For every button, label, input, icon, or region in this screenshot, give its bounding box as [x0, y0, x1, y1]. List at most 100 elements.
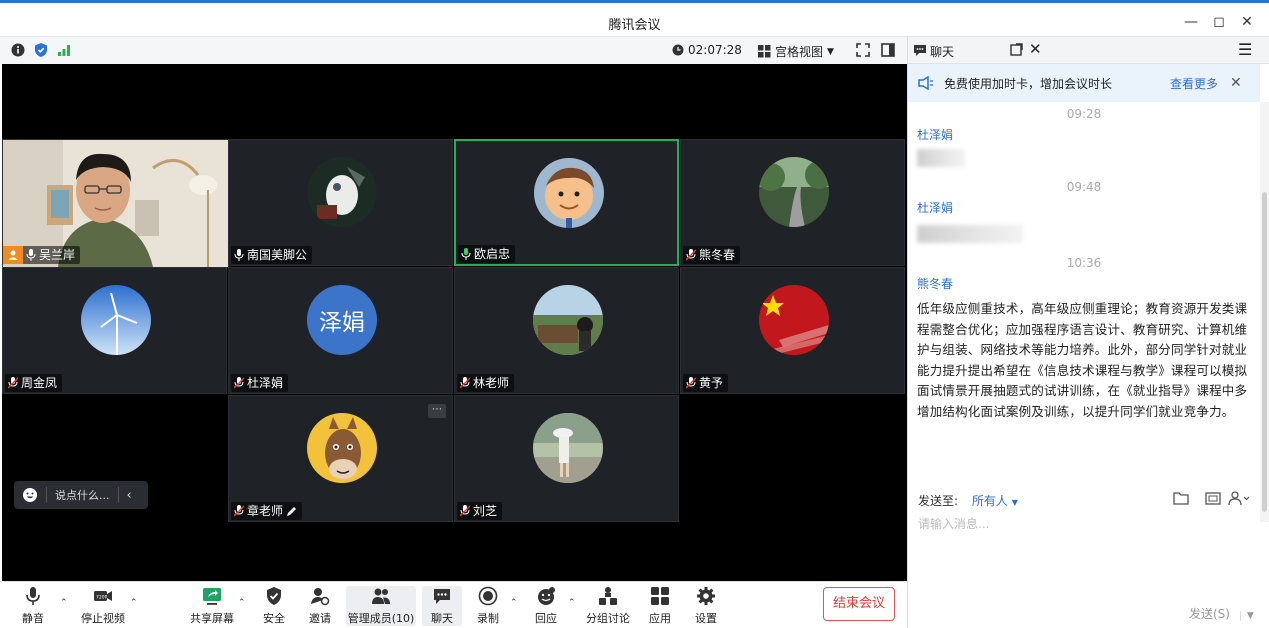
participant-tile[interactable]: 泽娟 杜泽娟 [228, 267, 453, 394]
quick-chat-placeholder: 说点什么... [55, 489, 110, 502]
chat-button[interactable]: 聊天 [422, 586, 462, 626]
sidebar-toggle-icon[interactable] [880, 42, 896, 58]
share-options-chevron-icon[interactable]: ⌃ [238, 598, 246, 608]
participant-tile[interactable]: 黄予 [680, 267, 905, 394]
send-button[interactable]: 发送(S) ▼ [1189, 605, 1254, 622]
participant-nametag: 黄予 [683, 374, 729, 392]
grid-icon [758, 45, 771, 58]
info-icon[interactable] [10, 42, 26, 58]
reaction-icon [538, 587, 555, 605]
mic-muted-icon [234, 505, 244, 517]
window-title: 腾讯会议 [608, 18, 661, 33]
video-camera-icon: 720P [94, 591, 112, 601]
record-icon [478, 586, 498, 606]
breakout-rooms-button[interactable]: 分组讨论 [584, 586, 632, 626]
send-to-value[interactable]: 所有人 [972, 494, 1008, 508]
participant-tile[interactable]: 刘芝 [454, 395, 679, 522]
participant-name: 南国美脚公 [247, 248, 308, 262]
clock-icon [672, 44, 684, 56]
manage-members-button[interactable]: 管理成员(10) [346, 586, 416, 626]
chevron-down-icon: ▼ [1011, 498, 1018, 507]
send-options-chevron-icon[interactable]: ▼ [1239, 611, 1254, 621]
mic-muted-icon [686, 249, 696, 261]
participant-nametag: 林老师 [457, 374, 515, 392]
host-icon [3, 246, 23, 264]
members-icon [372, 588, 390, 604]
meeting-timer: 02:07:28 [672, 43, 742, 57]
chat-scrollbar[interactable] [1260, 102, 1269, 522]
share-screen-button[interactable]: 共享屏幕 [188, 586, 236, 626]
message-input[interactable]: 请输入消息... [918, 515, 989, 532]
timer-value: 02:07:28 [688, 43, 742, 57]
participant-nametag: 杜泽娟 [231, 374, 289, 392]
mute-options-chevron-icon[interactable]: ⌃ [60, 598, 68, 608]
mic-muted-icon [686, 377, 696, 389]
participant-name: 熊冬春 [699, 248, 736, 262]
chat-bubble-icon [434, 589, 450, 604]
participant-tile-active-speaker[interactable]: 欧启忠 [454, 139, 679, 266]
menu-icon[interactable]: ☰ [1238, 40, 1252, 59]
signal-icon[interactable] [56, 42, 72, 58]
participant-name: 欧启忠 [474, 247, 511, 261]
settings-button[interactable]: 设置 [688, 586, 724, 626]
participant-avatar [307, 157, 377, 227]
mute-button[interactable]: 静音 [12, 586, 54, 626]
mention-user-icon[interactable] [1228, 490, 1250, 506]
folder-icon[interactable] [1173, 491, 1191, 505]
see-more-link[interactable]: 查看更多 [1170, 75, 1218, 92]
participant-name: 吴兰岸 [39, 248, 76, 262]
message-sender[interactable]: 熊冬春 [908, 273, 1260, 295]
participant-avatar [534, 158, 604, 228]
participant-avatar [307, 413, 377, 483]
participant-name: 周金凤 [21, 376, 58, 390]
redacted-message [917, 149, 965, 167]
apps-button[interactable]: 应用 [642, 586, 678, 626]
shield-icon[interactable] [33, 42, 49, 58]
participant-tile[interactable]: 吴兰岸 [2, 139, 228, 267]
video-options-chevron-icon[interactable]: ⌃ [130, 598, 138, 608]
chat-panel: 聊天 ✕ ☰ 免费使用加时卡，增加会议时长 查看更多 ✕ 09:28 杜泽娟 0… [907, 37, 1269, 628]
participant-avatar [533, 285, 603, 355]
popout-icon[interactable] [1010, 43, 1023, 56]
close-chat-icon[interactable]: ✕ [1029, 40, 1042, 58]
apps-grid-icon [651, 587, 669, 605]
more-options-icon[interactable]: ⋯ [428, 404, 446, 418]
promo-notice: 免费使用加时卡，增加会议时长 查看更多 ✕ [908, 64, 1260, 102]
participant-avatar-text: 泽娟 [307, 285, 377, 355]
mic-icon [461, 248, 471, 260]
end-meeting-button[interactable]: 结束会议 [823, 587, 895, 621]
quick-chat-input[interactable]: 说点什么... ‹ [14, 481, 148, 509]
title-bar: 腾讯会议 — ◻ ✕ [0, 6, 1269, 37]
minimize-icon[interactable]: — [1180, 11, 1202, 33]
record-button[interactable]: 录制 [470, 586, 506, 626]
scrollbar-thumb[interactable] [1262, 192, 1267, 512]
participant-avatar [759, 285, 829, 355]
message-sender[interactable]: 杜泽娟 [908, 124, 1260, 146]
close-icon[interactable]: ✕ [1236, 11, 1258, 33]
message-sender[interactable]: 杜泽娟 [908, 197, 1260, 219]
send-to-label: 发送至: [918, 494, 959, 508]
maximize-icon[interactable]: ◻ [1208, 11, 1230, 33]
message-timestamp: 09:48 [1066, 180, 1102, 194]
mic-icon [234, 249, 244, 261]
participant-tile[interactable]: 南国美脚公 [228, 139, 453, 266]
participant-tile[interactable]: 周金凤 [2, 267, 227, 394]
dismiss-notice-icon[interactable]: ✕ [1230, 75, 1242, 91]
fullscreen-icon[interactable] [855, 42, 871, 58]
participant-tile[interactable]: 熊冬春 [680, 139, 905, 266]
security-button[interactable]: 安全 [256, 586, 292, 626]
send-to-selector[interactable]: 发送至: 所有人 ▼ [918, 492, 1018, 509]
chevron-left-icon[interactable]: ‹ [127, 488, 132, 503]
message-timestamp: 09:28 [1066, 107, 1102, 121]
participant-tile[interactable]: 林老师 [454, 267, 679, 394]
emoji-icon[interactable] [22, 487, 38, 503]
invite-button[interactable]: 邀请 [302, 586, 338, 626]
record-options-chevron-icon[interactable]: ⌃ [510, 598, 518, 608]
stop-video-button[interactable]: 720P 停止视频 [76, 586, 130, 626]
screenshot-icon[interactable] [1205, 490, 1221, 506]
reaction-button[interactable]: 回应 [528, 586, 564, 626]
reaction-options-chevron-icon[interactable]: ⌃ [568, 598, 576, 608]
view-mode-select[interactable]: 宫格视图 ▼ [758, 43, 834, 60]
participant-tile[interactable]: ⋯ 章老师 [228, 395, 453, 522]
message-timestamp: 10:36 [1066, 256, 1102, 270]
